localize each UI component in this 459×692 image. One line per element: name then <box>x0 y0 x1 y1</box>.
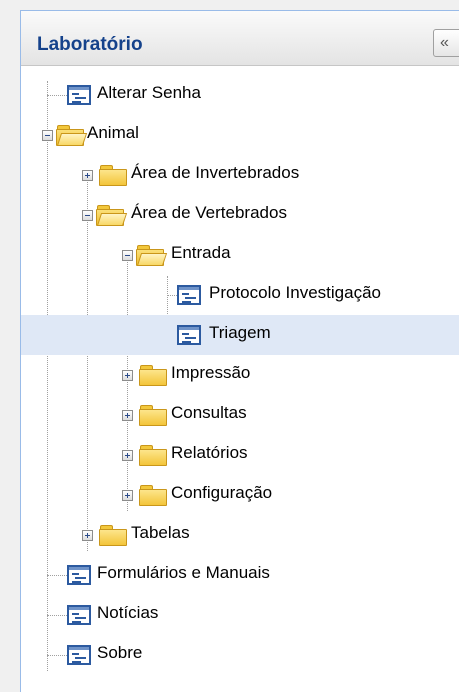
collapse-panel-button[interactable]: « <box>433 29 459 57</box>
tree-item-triagem[interactable]: Triagem <box>21 315 459 355</box>
tree-item-configuracao[interactable]: Configuração <box>21 475 459 515</box>
collapse-toggle-icon[interactable] <box>122 250 133 261</box>
expand-toggle-icon[interactable] <box>122 370 133 381</box>
folder-icon <box>139 405 167 426</box>
tree-item-animal[interactable]: Animal <box>21 115 459 155</box>
tree-item-label: Notícias <box>97 603 159 622</box>
tree-item-label: Relatórios <box>171 443 248 462</box>
tree-item-impressao[interactable]: Impressão <box>21 355 459 395</box>
tree-item-label: Área de Invertebrados <box>131 163 300 182</box>
navigation-panel: Laboratório « Alterar Senha Animal Área … <box>20 10 459 692</box>
tree-item-sobre[interactable]: Sobre <box>21 635 459 675</box>
tree-item-area-invertebrados[interactable]: Área de Invertebrados <box>21 155 459 195</box>
tree-item-label: Entrada <box>171 243 231 262</box>
folder-open-icon <box>136 245 168 266</box>
expand-toggle-icon[interactable] <box>122 490 133 501</box>
document-icon <box>67 645 91 665</box>
document-icon <box>67 565 91 585</box>
expand-toggle-icon[interactable] <box>82 530 93 541</box>
folder-icon <box>99 165 127 186</box>
tree-item-consultas[interactable]: Consultas <box>21 395 459 435</box>
folder-icon <box>139 485 167 506</box>
tree-item-label: Triagem <box>209 323 271 342</box>
collapse-toggle-icon[interactable] <box>42 130 53 141</box>
expand-toggle-icon[interactable] <box>122 410 133 421</box>
tree-item-noticias[interactable]: Notícias <box>21 595 459 635</box>
panel-title: Laboratório <box>37 34 143 55</box>
tree-item-tabelas[interactable]: Tabelas <box>21 515 459 555</box>
tree-item-label: Configuração <box>171 483 273 502</box>
tree-item-label: Área de Vertebrados <box>131 203 287 222</box>
document-icon <box>177 285 201 305</box>
folder-icon <box>139 445 167 466</box>
folder-open-icon <box>56 125 88 146</box>
tree-item-label: Consultas <box>171 403 247 422</box>
tree-item-label: Protocolo Investigação <box>209 283 381 302</box>
tree-item-formularios-manuais[interactable]: Formulários e Manuais <box>21 555 459 595</box>
tree-item-label: Tabelas <box>131 523 190 542</box>
tree-item-protocolo-investigacao[interactable]: Protocolo Investigação <box>21 275 459 315</box>
tree-item-label: Formulários e Manuais <box>97 563 270 582</box>
collapse-toggle-icon[interactable] <box>82 210 93 221</box>
folder-icon <box>139 365 167 386</box>
folder-open-icon <box>96 205 128 226</box>
tree-item-alterar-senha[interactable]: Alterar Senha <box>21 75 459 115</box>
document-icon <box>67 85 91 105</box>
tree-item-entrada[interactable]: Entrada <box>21 235 459 275</box>
folder-icon <box>99 525 127 546</box>
document-icon <box>177 325 201 345</box>
document-icon <box>67 605 91 625</box>
expand-toggle-icon[interactable] <box>122 450 133 461</box>
tree-item-relatorios[interactable]: Relatórios <box>21 435 459 475</box>
expand-toggle-icon[interactable] <box>82 170 93 181</box>
tree-item-area-vertebrados[interactable]: Área de Vertebrados <box>21 195 459 235</box>
tree-item-label: Animal <box>87 123 139 142</box>
tree-item-label: Sobre <box>97 643 143 662</box>
tree-item-label: Alterar Senha <box>97 83 201 102</box>
tree-item-label: Impressão <box>171 363 251 382</box>
panel-header: Laboratório « <box>21 11 459 66</box>
